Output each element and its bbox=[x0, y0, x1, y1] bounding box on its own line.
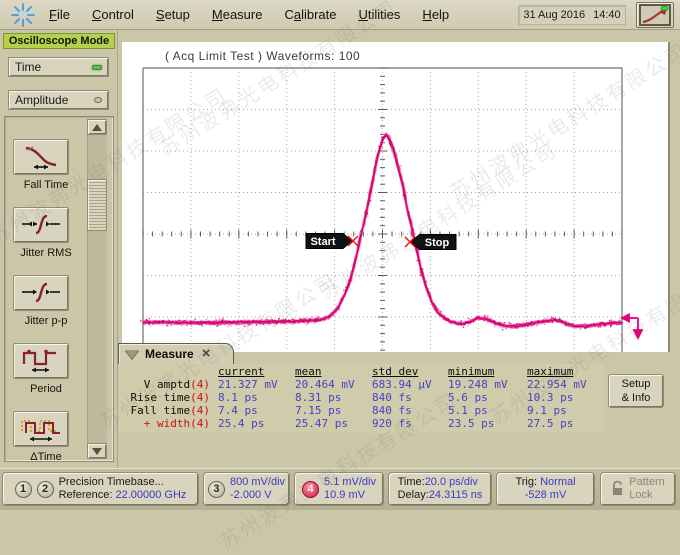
reference-label: Reference: bbox=[59, 489, 113, 501]
collapse-triangle-icon[interactable] bbox=[125, 350, 139, 359]
period-button[interactable] bbox=[13, 343, 69, 379]
table-header-row: current mean std dev minimum maximum bbox=[118, 365, 604, 378]
scroll-down-button[interactable] bbox=[87, 443, 107, 459]
amplitude-led-icon bbox=[94, 97, 102, 103]
jitter-pp-icon bbox=[18, 280, 64, 306]
period-label: Period bbox=[5, 383, 87, 395]
menu-utilities[interactable]: Utilities bbox=[348, 3, 412, 26]
table-row-fall-time[interactable]: Fall time(4) 7.4 ps 7.15 ps 840 fs 5.1 p… bbox=[118, 404, 604, 417]
col-mean: mean bbox=[295, 365, 372, 378]
fall-time-button[interactable] bbox=[13, 139, 69, 175]
table-row-plus-width[interactable]: + width(4) 25.4 ps 25.47 ps 920 fs 23.5 … bbox=[118, 417, 604, 430]
col-std-dev: std dev bbox=[372, 365, 448, 378]
amplitude-dropdown[interactable]: Amplitude bbox=[8, 90, 109, 110]
time-label: 14:40 bbox=[593, 9, 621, 21]
jitter-pp-label: Jitter p-p bbox=[5, 315, 87, 327]
measurement-button-panel: Fall Time Jitter RMS Jitter p-p bbox=[4, 116, 114, 462]
measure-tab-label: Measure bbox=[145, 347, 194, 361]
menu-control[interactable]: Control bbox=[81, 3, 145, 26]
arrow-up-icon bbox=[92, 124, 102, 131]
arrow-down-icon bbox=[92, 448, 102, 455]
scroll-up-button[interactable] bbox=[87, 119, 107, 135]
sidebar: Oscilloscope Mode Time Amplitude Fall Ti… bbox=[0, 30, 118, 468]
delta-time-icon bbox=[18, 416, 64, 442]
time-delay-status-button[interactable]: Time:20.0 ps/div Delay:24.3115 ns bbox=[388, 472, 492, 506]
table-row-v-amptd[interactable]: V amptd(4) 21.327 mV 20.464 mV 683.94 µV… bbox=[118, 378, 604, 391]
time-dropdown[interactable]: Time bbox=[8, 57, 109, 77]
menu-help[interactable]: Help bbox=[411, 3, 460, 26]
status-bar: 1 2 Precision Timebase... Reference: 22.… bbox=[0, 468, 680, 510]
lock-open-icon bbox=[611, 481, 624, 497]
acquisition-run-icon bbox=[639, 4, 671, 26]
svg-text:Start: Start bbox=[310, 236, 335, 248]
delta-time-button[interactable] bbox=[13, 411, 69, 447]
delta-time-label: ΔTime bbox=[5, 451, 87, 462]
jitter-rms-button[interactable] bbox=[13, 207, 69, 243]
table-row-rise-time[interactable]: Rise time(4) 8.1 ps 8.31 ps 840 fs 5.6 p… bbox=[118, 391, 604, 404]
scrollbar-thumb[interactable] bbox=[87, 179, 107, 231]
channel4-reference-marker-icon[interactable] bbox=[622, 315, 642, 339]
period-icon bbox=[18, 348, 64, 374]
col-minimum: minimum bbox=[448, 365, 527, 378]
setup-info-button[interactable]: Setup & Info bbox=[608, 374, 664, 408]
col-maximum: maximum bbox=[527, 365, 604, 378]
measure-tab[interactable]: Measure × bbox=[118, 343, 234, 364]
waveform-display[interactable]: Start Stop bbox=[122, 42, 670, 352]
start-marker-flag[interactable]: Start bbox=[306, 234, 352, 249]
jitter-pp-button[interactable] bbox=[13, 275, 69, 311]
close-icon[interactable]: × bbox=[202, 349, 211, 359]
datetime-display: 31 Aug 2016 14:40 bbox=[518, 5, 626, 25]
time-led-icon bbox=[92, 65, 102, 70]
trigger-status-button[interactable]: Trig: Normal -528 mV bbox=[496, 472, 595, 506]
channel3-status-button[interactable]: 3 800 mV/div -2.000 V bbox=[203, 472, 290, 506]
col-current: current bbox=[218, 365, 295, 378]
channel3-chip[interactable]: 3 bbox=[208, 481, 225, 498]
fall-time-label: Fall Time bbox=[5, 179, 87, 191]
run-status-button[interactable] bbox=[636, 2, 674, 28]
reference-value: 22.00000 GHz bbox=[115, 489, 186, 501]
timebase-status-button[interactable]: 1 2 Precision Timebase... Reference: 22.… bbox=[2, 472, 199, 506]
menu-setup[interactable]: Setup bbox=[145, 3, 201, 26]
channel1-chip[interactable]: 1 bbox=[15, 481, 32, 498]
channel4-chip[interactable]: 4 bbox=[302, 481, 319, 498]
oscilloscope-mode-header: Oscilloscope Mode bbox=[3, 33, 115, 49]
acquisition-status-text: ( Acq Limit Test ) Waveforms: 100 bbox=[165, 49, 360, 63]
date-label: 31 Aug 2016 bbox=[523, 9, 585, 21]
measure-results-table: current mean std dev minimum maximum V a… bbox=[118, 364, 604, 433]
menu-measure[interactable]: Measure bbox=[201, 3, 274, 26]
menu-file[interactable]: File bbox=[38, 3, 81, 26]
agilent-logo-icon bbox=[8, 1, 38, 29]
jitter-rms-label: Jitter RMS bbox=[5, 247, 87, 259]
stop-marker-flag[interactable]: Stop bbox=[411, 235, 456, 250]
svg-text:Stop: Stop bbox=[425, 237, 450, 249]
menu-bar: File Control Setup Measure Calibrate Uti… bbox=[0, 0, 680, 30]
sidebar-scrollbar[interactable] bbox=[87, 119, 107, 459]
menu-calibrate[interactable]: Calibrate bbox=[273, 3, 347, 26]
channel4-status-button[interactable]: 4 5.1 mV/div 10.9 mV bbox=[294, 472, 384, 506]
jitter-rms-icon bbox=[18, 212, 64, 238]
pattern-lock-button[interactable]: Pattern Lock bbox=[600, 472, 676, 506]
fall-time-icon bbox=[18, 144, 64, 170]
timebase-line1: Precision Timebase... bbox=[59, 476, 164, 488]
channel2-chip[interactable]: 2 bbox=[37, 481, 54, 498]
